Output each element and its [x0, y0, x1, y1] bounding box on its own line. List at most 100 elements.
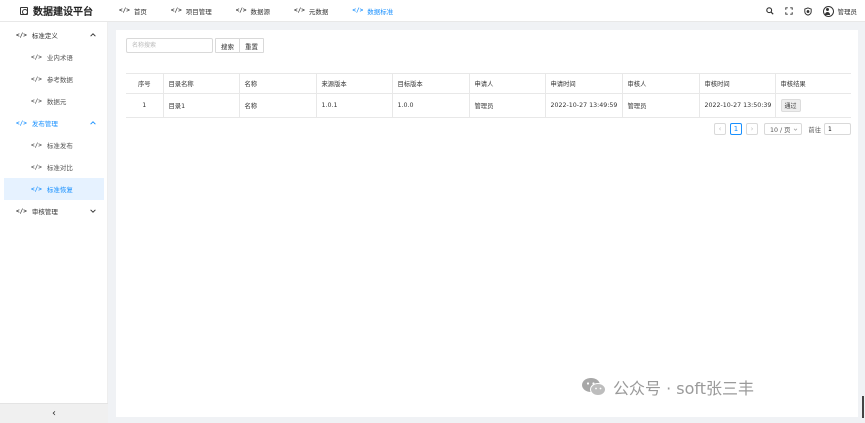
- top-nav: </> 首页 </> 项目管理 </> 数据源 </> 元数据 </> 数据标准: [108, 0, 406, 22]
- code-icon: </>: [31, 141, 42, 149]
- sidebar-item-label: 数据元: [46, 98, 67, 106]
- jump-page-input[interactable]: [824, 123, 851, 135]
- code-icon: </>: [31, 163, 42, 171]
- pagination: ‹ 1 › 10 / 页 前往: [710, 123, 851, 135]
- page-size-value: 10 / 页: [769, 126, 791, 134]
- name-search-input[interactable]: [126, 38, 213, 53]
- sidebar-item-label: 业内术语: [46, 54, 73, 62]
- code-icon: </>: [170, 7, 182, 14]
- username[interactable]: 管理员: [838, 6, 858, 16]
- code-icon: </>: [119, 7, 130, 14]
- table-header-row: 序号 目录名称 名称 来源版本 目标版本 申请人 申请时间 审核人 审核时间 审…: [126, 73, 851, 94]
- sidebar-group-release-management[interactable]: </> 发布管理: [0, 112, 107, 134]
- sidebar-group-label: 标准定义: [31, 32, 58, 40]
- col-header-review-time: 审核时间: [699, 73, 776, 94]
- code-icon: </>: [31, 75, 42, 83]
- nav-item-home[interactable]: </> 首页: [108, 0, 160, 22]
- status-badge: 通过: [780, 99, 801, 112]
- code-icon: </>: [16, 119, 27, 127]
- search-icon[interactable]: [765, 6, 775, 16]
- code-icon: </>: [352, 7, 364, 14]
- chevron-down-icon: [794, 128, 798, 131]
- cell-target-version: 1.0.0: [392, 93, 470, 118]
- cell-name: 名称: [239, 93, 317, 118]
- cell-source-version: 1.0.1: [316, 93, 393, 118]
- restore-table: 序号 目录名称 名称 来源版本 目标版本 申请人 申请时间 审核人 审核时间 审…: [126, 73, 851, 118]
- brand[interactable]: 数据建设平台: [0, 3, 108, 18]
- col-header-reviewer: 审核人: [622, 73, 700, 94]
- cell-reviewer: 管理员: [622, 93, 700, 118]
- col-header-apply-time: 申请时间: [545, 73, 623, 94]
- sidebar-item-data-element[interactable]: </> 数据元: [0, 90, 107, 112]
- cell-applicant: 管理员: [469, 93, 546, 118]
- table-row[interactable]: 1 目录1 名称 1.0.1 1.0.0 管理员 2022-10-27 13:4…: [126, 93, 851, 118]
- nav-label: 首页: [133, 7, 147, 16]
- code-icon: </>: [31, 97, 42, 105]
- nav-label: 数据标准: [367, 7, 394, 16]
- scrollbar-thumb[interactable]: [862, 396, 864, 418]
- nav-item-datasource[interactable]: </> 数据源: [225, 0, 283, 22]
- code-icon: </>: [235, 7, 247, 14]
- col-header-applicant: 申请人: [469, 73, 546, 94]
- sidebar-item-label: 标准对比: [46, 164, 73, 172]
- fullscreen-icon[interactable]: [784, 6, 794, 16]
- col-header-target-version: 目标版本: [392, 73, 470, 94]
- cell-review-time: 2022-10-27 13:50:39: [699, 93, 776, 118]
- sidebar-item-standard-compare[interactable]: </> 标准对比: [0, 156, 107, 178]
- sidebar-group-label: 审核管理: [31, 208, 58, 216]
- sidebar-collapse-button[interactable]: ‹: [0, 403, 108, 423]
- code-icon: </>: [16, 207, 27, 215]
- nav-item-projects[interactable]: </> 项目管理: [160, 0, 225, 22]
- nav-label: 元数据: [308, 7, 329, 16]
- sidebar-item-label: 标准发布: [46, 142, 73, 150]
- prev-page-button[interactable]: ‹: [713, 123, 726, 135]
- col-header-catalog: 目录名称: [163, 73, 240, 94]
- sidebar-item-standard-release[interactable]: </> 标准发布: [0, 134, 107, 156]
- chevron-up-icon: [90, 33, 96, 37]
- nav-item-data-standard[interactable]: </> 数据标准: [341, 0, 406, 22]
- nav-label: 数据源: [250, 7, 271, 16]
- code-icon: </>: [31, 185, 42, 193]
- nav-item-metadata[interactable]: </> 元数据: [283, 0, 341, 22]
- top-bar: 数据建设平台 </> 首页 </> 项目管理 </> 数据源 </> 元数据 <…: [0, 0, 865, 22]
- col-header-name: 名称: [239, 73, 317, 94]
- sidebar-item-reference-data[interactable]: </> 参考数据: [0, 68, 107, 90]
- sidebar-item-label: 标准恢复: [46, 186, 73, 194]
- page-size-select[interactable]: 10 / 页: [763, 123, 803, 135]
- sidebar-item-standard-restore[interactable]: </> 标准恢复: [4, 178, 104, 200]
- cell-index: 1: [126, 93, 164, 118]
- code-icon: </>: [31, 53, 42, 61]
- chevron-left-icon: ‹: [52, 408, 56, 419]
- chevron-down-icon: [90, 209, 96, 213]
- col-header-index: 序号: [126, 73, 164, 94]
- next-page-button[interactable]: ›: [745, 123, 758, 135]
- code-icon: </>: [294, 7, 305, 14]
- col-header-source-version: 来源版本: [316, 73, 393, 94]
- code-icon: </>: [16, 31, 27, 39]
- reset-button[interactable]: 重置: [239, 38, 264, 53]
- cell-catalog: 目录1: [163, 93, 240, 118]
- app-title: 数据建设平台: [33, 7, 93, 18]
- cell-apply-time: 2022-10-27 13:49:59: [545, 93, 623, 118]
- col-header-review-result: 审核结果: [775, 73, 851, 94]
- sidebar-item-label: 参考数据: [46, 76, 73, 84]
- chevron-up-icon: [90, 121, 96, 125]
- platform-logo-icon: [20, 6, 28, 15]
- sidebar: </> 标准定义 </> 业内术语 </> 参考数据 </> 数据元 </> 发…: [0, 22, 108, 423]
- shield-icon[interactable]: [803, 6, 813, 16]
- page-number-button[interactable]: 1: [729, 123, 742, 135]
- search-button[interactable]: 搜索: [215, 38, 240, 53]
- main-panel: 搜索 重置 序号 目录名称 名称 来源版本 目标版本 申请人 申请时间 审核人 …: [116, 30, 858, 417]
- watermark: 公众号 · soft张三丰: [581, 375, 754, 399]
- search-bar: 搜索 重置: [126, 38, 264, 53]
- avatar[interactable]: [822, 5, 834, 17]
- sidebar-group-standard-definition[interactable]: </> 标准定义: [0, 24, 107, 46]
- header-actions: 管理员: [756, 0, 858, 22]
- watermark-text: 公众号 · soft张三丰: [613, 379, 755, 398]
- sidebar-group-label: 发布管理: [31, 120, 58, 128]
- sidebar-item-industry-terms[interactable]: </> 业内术语: [0, 46, 107, 68]
- cell-review-result: 通过: [775, 93, 851, 118]
- nav-label: 项目管理: [185, 7, 212, 16]
- sidebar-group-audit-management[interactable]: </> 审核管理: [0, 200, 107, 222]
- wechat-icon: [582, 378, 606, 396]
